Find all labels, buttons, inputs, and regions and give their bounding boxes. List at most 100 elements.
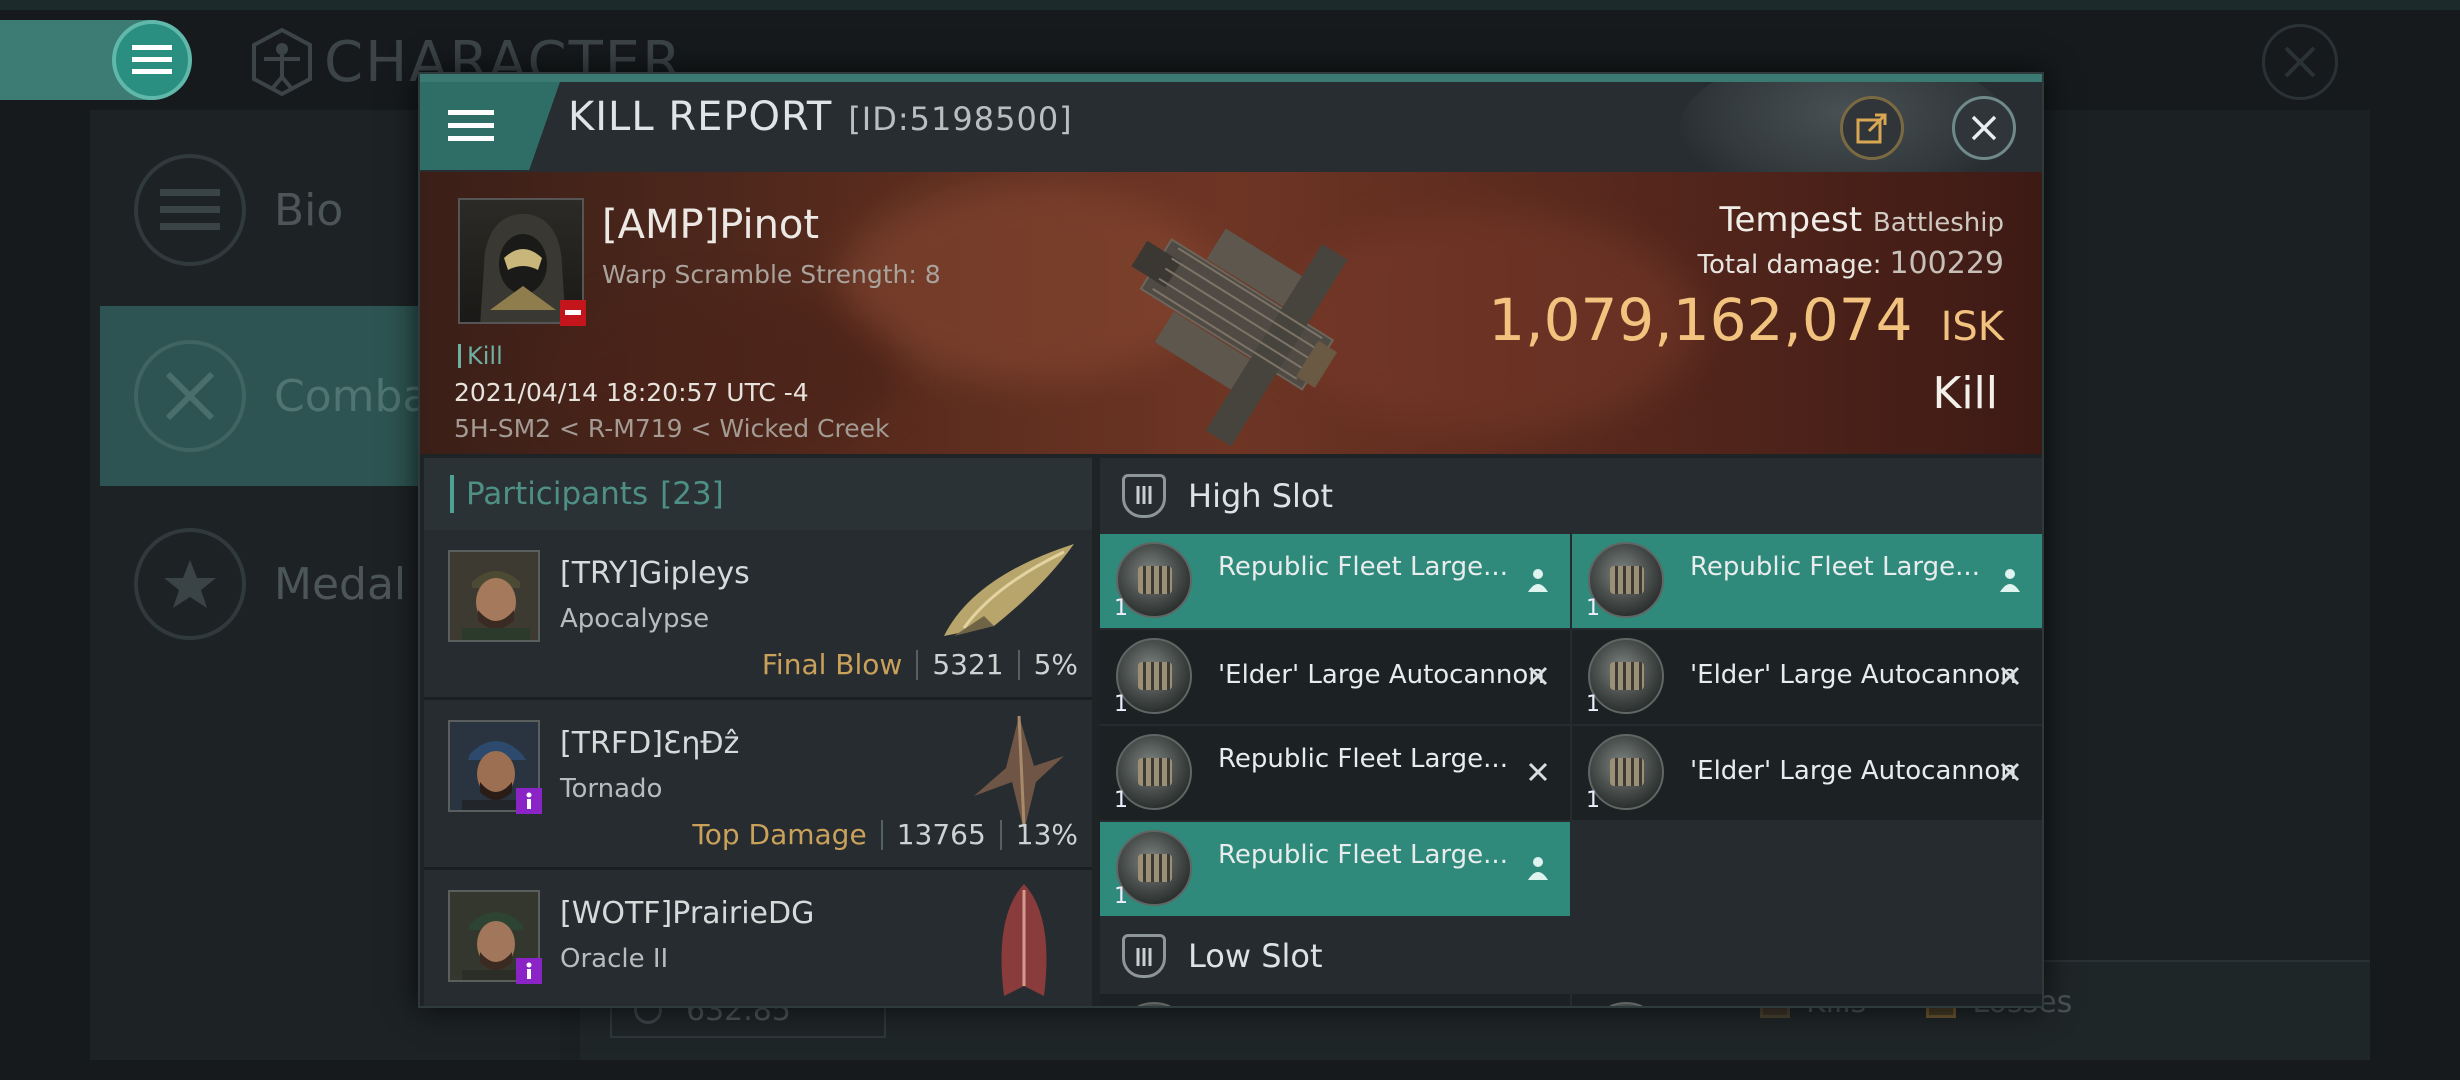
module-quantity: 1 [1586,788,1600,813]
participants-label: Participants [466,476,649,512]
kill-id: [ID:5198500] [848,100,1073,138]
module-name: 'Elder' Large Autocannon [1218,660,1545,690]
participant-stats: Top Damage 13765 13% [692,818,1078,851]
module-quantity: 1 [1586,596,1600,621]
victim-name[interactable]: [AMP]Pinot [602,202,819,248]
empty-slot [1572,822,2042,916]
module-icon [1588,1002,1664,1006]
dialog-top-accent [420,74,2042,82]
total-damage-label: Total damage: [1697,250,1882,280]
participant-name[interactable]: [WOTF]PrairieDG [560,896,814,931]
dialog-title: KILL REPORT [ID:5198500] [568,94,1073,140]
stats-separator [1017,649,1020,680]
stats-separator [999,819,1002,850]
participant-role: Final Blow [761,648,903,681]
header-bar [450,475,454,513]
high-slot-icon [1122,474,1166,518]
pilot-avatar [450,552,538,640]
tag-bar [458,344,461,368]
menu-icon [448,110,494,141]
close-button[interactable] [1952,96,2016,160]
high-slot-label: High Slot [1188,477,1334,515]
module-slot[interactable]: 1 Republic Fleet Large... [1100,534,1570,628]
hostile-standing-badge [560,300,586,326]
low-slot-section: Low Slot [1100,918,2042,1006]
participants-count: [23] [660,476,724,512]
module-icon [1116,1002,1192,1006]
module-name: Republic Fleet Large... [1218,840,1508,870]
fleet-member-badge [516,958,542,984]
module-name: 'Elder' Large Autocannon [1690,756,2017,786]
fitting-panel[interactable]: High Slot 1 Republic Fleet Large... 1 Re… [1100,458,2042,1006]
participant-stats: Final Blow 5321 5% [762,648,1078,681]
participant-name[interactable]: [TRFD]ƐηÐẑ [560,726,739,761]
destroyed-x-icon [1996,662,2024,690]
high-slot-header: High Slot [1100,458,2042,534]
ship-name-line: Tempest Battleship [1719,200,2004,240]
module-name: 'Elder' Large Autocannon [1690,660,2017,690]
ship-name[interactable]: Tempest [1719,200,1862,240]
tab-label: Bio [274,184,344,236]
result-label: Kill [1932,368,1998,419]
participant-row[interactable]: [TRY]Gipleys Apocalypse Final Blow 5321 … [424,530,1092,700]
module-slot[interactable] [1100,994,1570,1006]
module-name: Republic Fleet Large... [1690,552,1980,582]
module-slot[interactable]: 1 Republic Fleet Large... [1100,822,1570,916]
module-slot[interactable]: 1 'Elder' Large Autocannon [1572,630,2042,724]
module-quantity: 1 [1114,788,1128,813]
dialog-menu-button[interactable] [420,82,560,170]
menu-icon [132,45,172,74]
victim-ship-image[interactable] [1080,186,1380,446]
participant-ship: Apocalypse [560,604,710,634]
ship-class: Battleship [1872,208,2004,238]
low-slot-label: Low Slot [1188,937,1323,975]
low-slot-grid [1100,994,2042,1006]
total-damage-line: Total damage: 100229 [1698,246,2004,281]
participant-ship-image [974,715,1064,831]
participant-ship: Tornado [560,774,663,804]
close-icon [2284,46,2316,78]
share-icon [1856,113,1887,144]
module-quantity: 1 [1114,884,1128,909]
main-menu-button[interactable] [112,20,192,100]
module-slot[interactable]: 1 'Elder' Large Autocannon [1572,726,2042,820]
participant-ship: Oracle II [560,944,669,974]
module-slot[interactable]: 1 'Elder' Large Autocannon [1100,630,1570,724]
participant-percent: 5% [1033,648,1078,681]
participant-damage: 13765 [896,818,986,851]
total-damage-value: 100229 [1889,246,2004,281]
module-quantity: 1 [1586,692,1600,717]
dropped-person-icon [1996,566,2024,594]
participant-ship-image [944,544,1074,636]
isk-unit: ISK [1940,304,2004,350]
participant-row[interactable]: [WOTF]PrairieDG Oracle II [424,870,1092,1006]
high-slot-grid: 1 Republic Fleet Large... 1 Republic Fle… [1100,534,2042,916]
menu-lines-icon [134,154,246,266]
module-slot[interactable]: 1 Republic Fleet Large... [1100,726,1570,820]
module-slot[interactable] [1572,994,2042,1006]
participant-row[interactable]: [TRFD]ƐηÐẑ Tornado Top Damage 13765 13% [424,700,1092,870]
module-quantity: 1 [1114,596,1128,621]
screen-close-button[interactable] [2262,24,2338,100]
share-button[interactable] [1840,96,1904,160]
tab-label: Medal [274,558,407,610]
isk-value: 1,079,162,074 [1488,286,1913,354]
dropped-person-icon [1524,854,1552,882]
participants-header: Participants [23] [424,458,1092,530]
kill-banner: [AMP]Pinot Warp Scramble Strength: 8 Kil… [420,172,2042,454]
destroyed-x-icon [1524,662,1552,690]
dropped-person-icon [1524,566,1552,594]
module-name: Republic Fleet Large... [1218,744,1508,774]
participant-ship-image [1001,884,1047,996]
participants-panel[interactable]: Participants [23] [TRY]Gipleys Apocalyps… [424,458,1092,1006]
participant-name[interactable]: [TRY]Gipleys [560,556,750,591]
star-badge-icon [134,528,246,640]
stats-separator [880,819,883,850]
module-slot[interactable]: 1 Republic Fleet Large... [1572,534,2042,628]
isk-line: 1,079,162,074 ISK [1488,286,2004,354]
warp-scramble-strength: Warp Scramble Strength: 8 [602,260,941,289]
participant-portrait[interactable] [448,550,540,642]
participant-damage: 5321 [932,648,1004,681]
fleet-member-badge [516,788,542,814]
low-slot-header: Low Slot [1100,918,2042,994]
